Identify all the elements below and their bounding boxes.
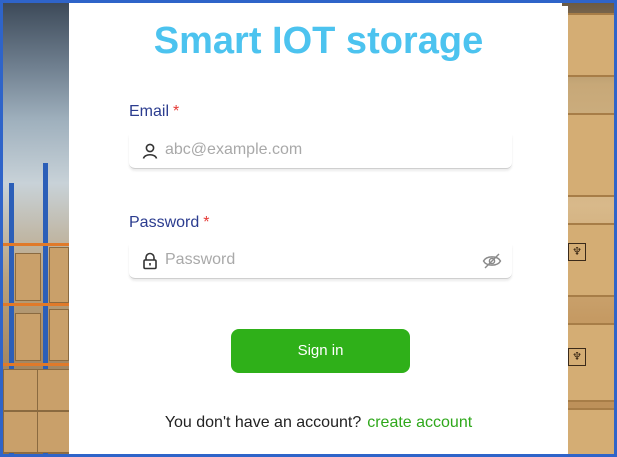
- password-field[interactable]: Password: [129, 244, 512, 279]
- fragile-mark-icon: ♆: [568, 243, 586, 261]
- page-title: Smart IOT storage: [153, 20, 484, 62]
- email-label-text: Email: [129, 103, 170, 120]
- password-placeholder: Password: [165, 251, 236, 268]
- user-icon: [142, 143, 158, 159]
- signup-prompt-text: You don't have an account?: [164, 414, 362, 431]
- email-field[interactable]: abc@example.com: [129, 134, 512, 169]
- required-mark: *: [203, 214, 210, 231]
- fragile-mark-icon: ♆: [568, 348, 586, 366]
- email-label: Email *: [129, 103, 179, 121]
- app-window: ♆ ♆ Smart IOT storage Email * abc@example…: [0, 0, 617, 457]
- warehouse-background-left: [3, 3, 71, 454]
- create-account-link[interactable]: create account: [367, 414, 472, 431]
- sign-in-button[interactable]: Sign in: [231, 329, 410, 373]
- signup-prompt: You don't have an account? create account: [69, 414, 568, 432]
- required-mark: *: [173, 103, 180, 120]
- warehouse-background-right: ♆ ♆: [562, 3, 614, 454]
- password-label: Password *: [129, 214, 209, 232]
- login-card: Smart IOT storage Email * abc@example.com…: [69, 6, 568, 454]
- password-label-text: Password: [129, 214, 200, 231]
- eye-off-icon[interactable]: [482, 252, 502, 270]
- email-placeholder: abc@example.com: [165, 141, 303, 158]
- lock-icon: [143, 252, 157, 270]
